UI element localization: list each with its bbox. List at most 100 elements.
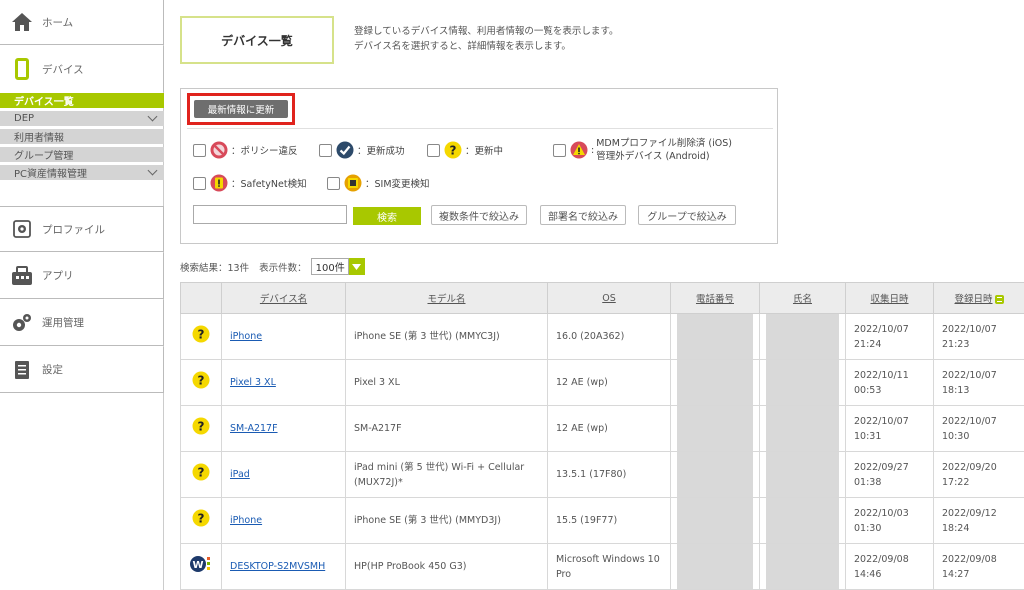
device-link[interactable]: iPhone — [230, 515, 262, 526]
checkbox[interactable] — [427, 143, 440, 157]
windows-agent-icon: W — [190, 556, 210, 572]
description-line: 登録しているデバイス情報、利用者情報の一覧を表示します。 — [354, 26, 619, 37]
chevron-down-icon — [147, 165, 158, 176]
col-phone[interactable]: 電話番号 — [670, 282, 760, 314]
table-row[interactable]: ? iPad iPad mini (第 5 世代) Wi-Fi + Cellular… — [180, 451, 1024, 498]
sub-item-label: デバイス一覧 — [14, 97, 74, 108]
search-input[interactable] — [193, 205, 347, 224]
name-cell-redacted — [759, 451, 846, 498]
checkbox[interactable] — [553, 143, 566, 157]
device-link[interactable]: Pixel 3 XL — [230, 377, 276, 388]
profile-gear-icon — [10, 217, 34, 241]
registered-cell: 2022/10/07 21:23 — [933, 313, 1024, 360]
table-row[interactable]: ? SM-A217F SM-A217F 12 AE (wp) 2022/10/07 10… — [180, 405, 1024, 452]
sim-card-icon — [344, 174, 362, 192]
filter-policy-violation[interactable]: ：ポリシー違反 — [193, 141, 298, 159]
device-link[interactable]: iPad — [230, 469, 250, 480]
col-name[interactable]: 氏名 — [759, 282, 846, 314]
sub-item-label: PC資産情報管理 — [14, 169, 88, 180]
filter-safetynet[interactable]: ：SafetyNet検知 — [193, 174, 307, 192]
department-filter-button[interactable]: 部署名で絞込み — [540, 205, 626, 225]
registered-cell: 2022/09/20 17:22 — [933, 451, 1024, 498]
table-row[interactable]: ? Pixel 3 XL Pixel 3 XL 12 AE (wp) 2022/10/1… — [180, 359, 1024, 406]
multi-condition-filter-button[interactable]: 複数条件で絞込み — [431, 205, 527, 225]
sort-link[interactable]: モデル名 — [427, 294, 465, 305]
redaction-block — [677, 452, 753, 497]
status-cell: W — [180, 543, 222, 590]
checkbox[interactable] — [193, 176, 206, 190]
warning-icon — [570, 141, 588, 159]
redaction-block — [766, 452, 839, 497]
os-cell: 16.0 (20A362) — [547, 313, 671, 360]
checkbox[interactable] — [193, 143, 206, 157]
filter-mdm-removed[interactable]: : MDMプロファイル削除済 (iOS) 管理外デバイス (Android) — [553, 137, 732, 163]
device-link[interactable]: iPhone — [230, 331, 262, 342]
col-device-name[interactable]: デバイス名 — [221, 282, 346, 314]
checkbox[interactable] — [319, 143, 332, 157]
filter-update-success[interactable]: ：更新成功 — [319, 141, 405, 159]
filter-sim-change[interactable]: ：SIM変更検知 — [327, 174, 430, 192]
col-registered[interactable]: 登録日時 — [933, 282, 1024, 314]
per-page-label: 表示件数： — [259, 262, 307, 274]
filter-updating[interactable]: ? ：更新中 — [427, 141, 503, 159]
phone-cell-redacted — [670, 313, 760, 360]
checkbox[interactable] — [327, 176, 340, 190]
phone-cell-redacted — [670, 543, 760, 590]
sub-item-label: DEP — [14, 113, 35, 124]
search-button[interactable]: 検索 — [353, 207, 421, 225]
svg-text:?: ? — [198, 512, 205, 526]
group-filter-button[interactable]: グループで絞込み — [638, 205, 736, 225]
sub-item-device-list[interactable]: デバイス一覧 — [0, 93, 164, 108]
refresh-button[interactable]: 最新情報に更新 — [194, 100, 288, 118]
sort-link[interactable]: 登録日時 — [954, 294, 992, 305]
collected-cell: 2022/10/11 00:53 — [845, 359, 934, 406]
sort-link[interactable]: 氏名 — [793, 294, 812, 305]
device-table: デバイス名 モデル名 OS 電話番号 氏名 収集日時 登録日時 ? iPhone i… — [180, 282, 1024, 590]
model-cell: iPhone SE (第 3 世代) (MMYC3J) — [345, 313, 548, 360]
table-row[interactable]: ? iPhone iPhone SE (第 3 世代) (MMYD3J) 15.5 (… — [180, 497, 1024, 544]
nav-settings-label: 設定 — [42, 364, 63, 376]
device-link[interactable]: DESKTOP-S2MVSMH — [230, 561, 325, 572]
result-count: 検索結果：13件 — [180, 262, 250, 274]
sort-link[interactable]: 電話番号 — [696, 294, 734, 305]
registered-cell: 2022/10/07 18:13 — [933, 359, 1024, 406]
nav-apps-label: アプリ — [42, 270, 74, 282]
sort-link[interactable]: デバイス名 — [260, 294, 307, 305]
status-cell: ? — [180, 497, 222, 544]
gears-icon — [10, 311, 34, 335]
col-model-name[interactable]: モデル名 — [345, 282, 548, 314]
nav-operations[interactable]: 運用管理 — [0, 300, 164, 346]
sub-item-user-info[interactable]: 利用者情報 — [0, 129, 164, 144]
table-row[interactable]: W DESKTOP-S2MVSMH HP(HP ProBook 450 G3) Mic… — [180, 543, 1024, 590]
device-link[interactable]: SM-A217F — [230, 423, 278, 434]
nav-apps[interactable]: アプリ — [0, 253, 164, 299]
phone-cell-redacted — [670, 359, 760, 406]
question-icon: ? — [192, 417, 210, 435]
nav-settings[interactable]: 設定 — [0, 347, 164, 393]
sub-item-group-management[interactable]: グループ管理 — [0, 147, 164, 162]
col-collected[interactable]: 収集日時 — [845, 282, 934, 314]
document-icon — [10, 358, 34, 382]
sub-item-dep[interactable]: DEP — [0, 111, 164, 126]
device-name-cell: Pixel 3 XL — [221, 359, 346, 406]
redaction-block — [677, 498, 753, 543]
status-cell: ? — [180, 359, 222, 406]
phone-cell-redacted — [670, 405, 760, 452]
table-row[interactable]: ? iPhone iPhone SE (第 3 世代) (MMYC3J) 16.0 (… — [180, 313, 1024, 360]
sort-link[interactable]: OS — [602, 293, 616, 304]
col-os[interactable]: OS — [547, 282, 671, 314]
nav-home-label: ホーム — [42, 16, 74, 29]
redaction-block — [677, 360, 753, 405]
sort-link[interactable]: 収集日時 — [870, 294, 908, 305]
redaction-block — [677, 314, 753, 359]
model-cell: iPad mini (第 5 世代) Wi-Fi + Cellular (MUX… — [345, 451, 548, 498]
nav-devices[interactable]: デバイス — [0, 46, 164, 92]
nav-profile[interactable]: プロファイル — [0, 206, 164, 252]
device-name-cell: iPhone — [221, 313, 346, 360]
table-header-row: デバイス名 モデル名 OS 電話番号 氏名 収集日時 登録日時 — [180, 282, 1024, 314]
collected-cell: 2022/10/07 21:24 — [845, 313, 934, 360]
sub-item-pc-assets[interactable]: PC資産情報管理 — [0, 165, 164, 180]
per-page-select[interactable]: 100件 — [310, 258, 365, 275]
nav-home[interactable]: ホーム — [0, 0, 164, 45]
svg-text:?: ? — [450, 144, 457, 158]
